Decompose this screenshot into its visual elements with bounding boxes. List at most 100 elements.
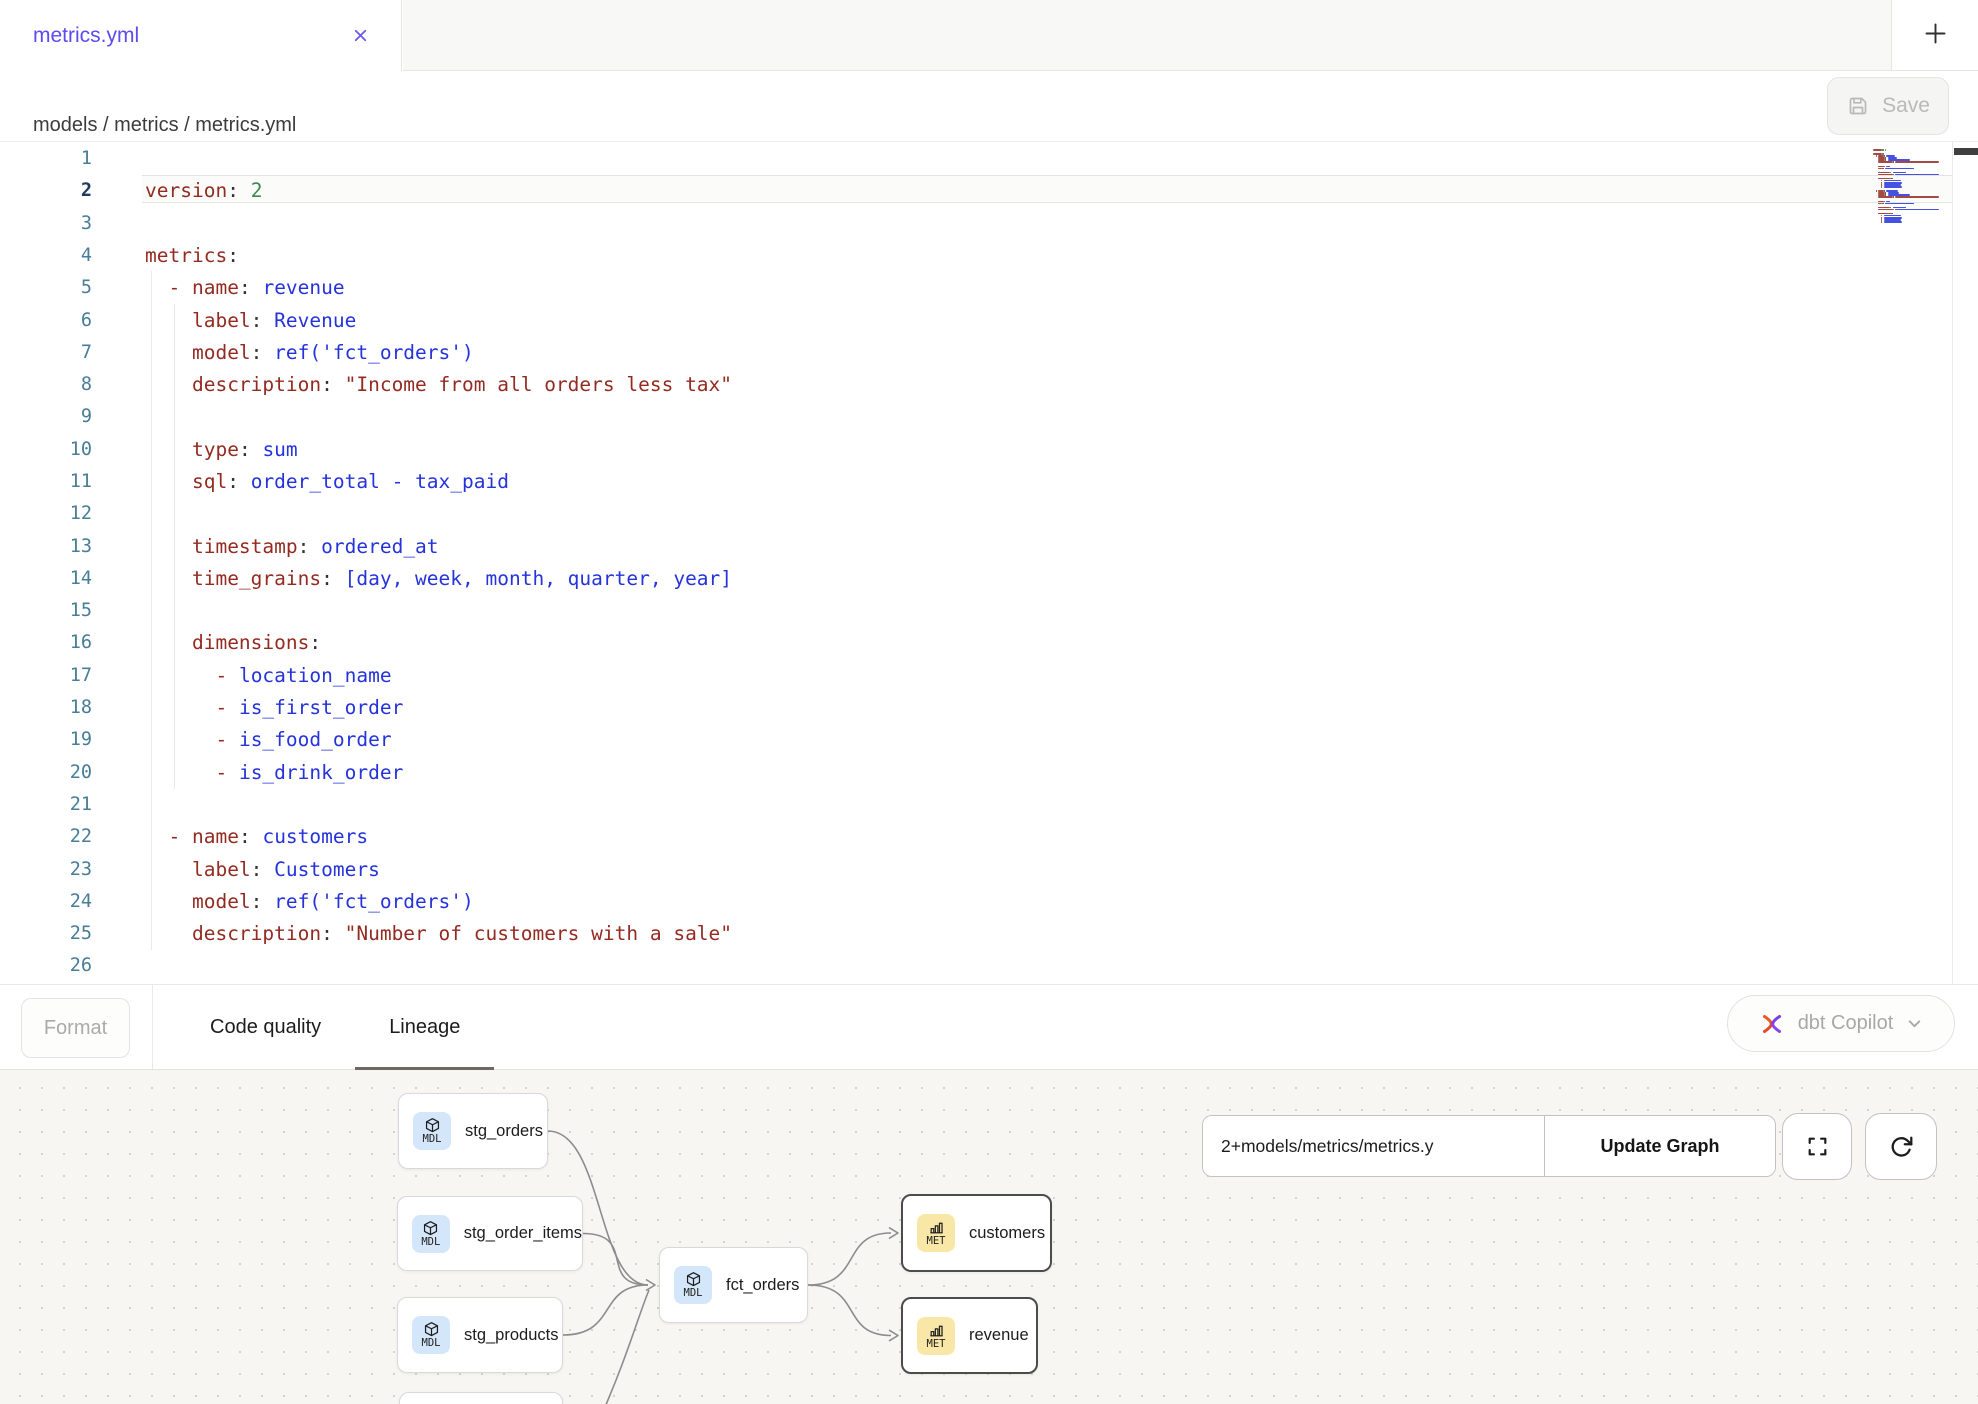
code-line[interactable]: description: "Income from all orders les… (145, 368, 732, 401)
tab-lineage[interactable]: Lineage (355, 985, 494, 1069)
minimap-line (1881, 221, 1882, 223)
lineage-node-stg_order_items[interactable]: MDLstg_order_items (397, 1196, 583, 1271)
dbt-copilot-icon (1759, 1011, 1785, 1037)
new-tab-zone (1891, 0, 1978, 71)
tab-code-quality[interactable]: Code quality (176, 985, 355, 1069)
minimap-line (1878, 174, 1893, 176)
cube-icon (422, 1220, 439, 1237)
code-line[interactable]: model: ref('fct_orders') (145, 885, 474, 918)
plus-icon (1922, 20, 1949, 50)
code-line[interactable]: sql: order_total - tax_paid (145, 465, 509, 498)
code-line[interactable]: - is_food_order (145, 723, 392, 756)
scrollbar-thumb[interactable] (1954, 148, 1978, 155)
line-number: 16 (0, 626, 92, 659)
code-line[interactable]: description: "Number of customers with a… (145, 917, 732, 950)
code-line[interactable]: - is_drink_order (145, 756, 403, 789)
line-number: 18 (0, 691, 92, 724)
code-line[interactable]: metrics: (145, 239, 239, 272)
lineage-node-fct_orders[interactable]: MDLfct_orders (659, 1247, 808, 1323)
code-line[interactable]: version: 2 (145, 174, 262, 207)
fullscreen-button[interactable] (1782, 1113, 1852, 1180)
lineage-node-stg_products[interactable]: MDLstg_products (397, 1297, 563, 1373)
minimap-line (1885, 203, 1914, 205)
minimap-line (1895, 161, 1939, 163)
lineage-selector-input[interactable] (1203, 1116, 1544, 1176)
code-line[interactable]: - location_name (145, 659, 392, 692)
lineage-node-partial_node[interactable] (399, 1392, 563, 1404)
line-number: 26 (0, 949, 92, 982)
tab-label: metrics.yml (33, 24, 139, 48)
line-number: 3 (0, 207, 92, 240)
badge-label: MDL (421, 1237, 440, 1248)
minimap-line (1890, 172, 1891, 174)
new-tab-button[interactable] (1916, 14, 1955, 56)
breadcrumb: models / metrics / metrics.yml (33, 114, 296, 137)
node-label: fct_orders (726, 1276, 799, 1295)
panel-tabs: Code quality Lineage (176, 985, 494, 1069)
minimap-line (1884, 201, 1885, 203)
line-number: 13 (0, 530, 92, 563)
refresh-icon (1888, 1134, 1914, 1160)
minimap-line (1882, 203, 1883, 205)
line-number: 1 (0, 142, 92, 175)
code-line[interactable]: time_grains: [day, week, month, quarter,… (145, 562, 732, 595)
code-line[interactable]: model: ref('fct_orders') (145, 336, 474, 369)
code-line[interactable]: - name: customers (145, 820, 368, 853)
scrollbar-track[interactable] (1952, 142, 1978, 984)
code-line[interactable]: - name: revenue (145, 271, 345, 304)
line-number: 21 (0, 788, 92, 821)
code-line[interactable]: label: Customers (145, 853, 380, 886)
lineage-canvas[interactable]: MDLstg_ordersMDLstg_order_itemsMDLstg_pr… (0, 1070, 1978, 1404)
minimap-line (1885, 168, 1914, 170)
lineage-node-customers[interactable]: METcustomers (901, 1194, 1052, 1272)
minimap-line (1893, 174, 1894, 176)
refresh-button[interactable] (1865, 1113, 1937, 1180)
close-icon[interactable] (352, 27, 369, 44)
floppy-disk-icon (1846, 94, 1870, 118)
minimap-line (1885, 149, 1886, 151)
line-number: 23 (0, 853, 92, 886)
badge-label: MET (927, 1236, 946, 1247)
lineage-node-stg_orders[interactable]: MDLstg_orders (398, 1093, 548, 1169)
minimap-line (1878, 196, 1893, 198)
panel-toolbar: Format Code quality Lineage dbt Copilot (0, 984, 1978, 1070)
line-number: 8 (0, 368, 92, 401)
line-number: 5 (0, 271, 92, 304)
code-line[interactable]: label: Revenue (145, 304, 356, 337)
node-label: revenue (969, 1326, 1029, 1345)
save-button[interactable]: Save (1827, 77, 1949, 135)
line-number: 20 (0, 756, 92, 789)
line-number: 2 (0, 174, 92, 207)
code-line[interactable]: - is_first_order (145, 691, 403, 724)
code-line[interactable]: timestamp: ordered_at (145, 530, 439, 563)
minimap[interactable] (1873, 147, 1943, 382)
line-number: 12 (0, 497, 92, 530)
tab-metrics-yml[interactable]: metrics.yml (0, 0, 402, 71)
node-label: stg_orders (465, 1122, 543, 1141)
tab-bar: metrics.yml (0, 0, 1978, 71)
cube-icon (423, 1321, 440, 1338)
code-editor[interactable]: 1234567891011121314151617181920212223242… (0, 142, 1978, 984)
line-number: 17 (0, 659, 92, 692)
lineage-node-revenue[interactable]: MET revenue (901, 1297, 1038, 1374)
copilot-label: dbt Copilot (1798, 1012, 1894, 1035)
lineage-selector: Update Graph (1202, 1115, 1776, 1177)
badge-label: MDL (422, 1338, 441, 1349)
minimap-line (1881, 186, 1882, 188)
line-number: 22 (0, 820, 92, 853)
minimap-line (1884, 221, 1902, 223)
minimap-line (1893, 161, 1894, 163)
code-line[interactable]: type: sum (145, 433, 298, 466)
format-button[interactable]: Format (21, 998, 130, 1058)
line-number: 4 (0, 239, 92, 272)
cube-icon (424, 1117, 441, 1134)
minimap-line (1893, 172, 1906, 174)
bar-chart-icon (928, 1322, 945, 1339)
line-number: 14 (0, 562, 92, 595)
badge-label: MET (927, 1339, 946, 1350)
code-line[interactable]: dimensions: (145, 626, 321, 659)
update-graph-button[interactable]: Update Graph (1544, 1116, 1775, 1176)
minimap-line (1895, 196, 1939, 198)
minimap-line (1876, 155, 1877, 157)
dbt-copilot-button[interactable]: dbt Copilot (1727, 995, 1955, 1052)
